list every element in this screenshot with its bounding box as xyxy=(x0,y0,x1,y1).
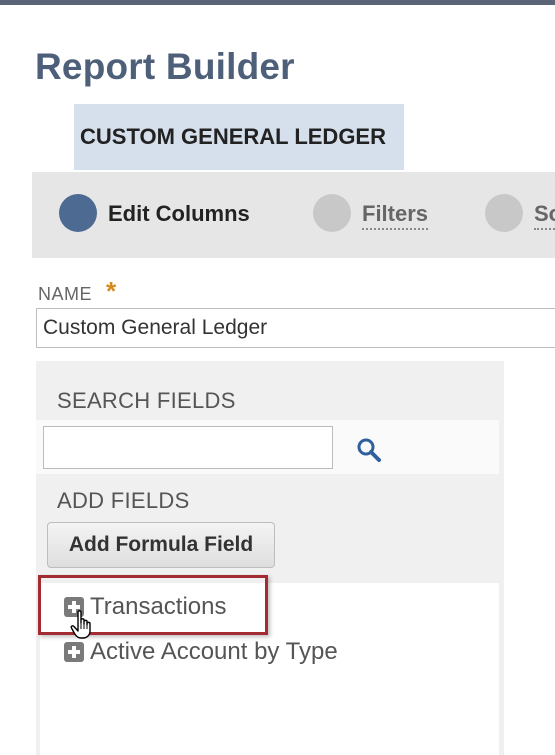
report-subtitle: CUSTOM GENERAL LEDGER xyxy=(80,124,386,149)
hand-pointer-icon xyxy=(70,610,91,639)
step-label-filters: Filters xyxy=(362,201,429,230)
required-marker: * xyxy=(106,276,117,306)
search-fields-input[interactable] xyxy=(43,426,333,469)
plus-expand-icon[interactable] xyxy=(64,642,84,662)
page-title: Report Builder xyxy=(35,46,295,87)
step-inactive-indicator-icon xyxy=(485,194,523,232)
report-subtitle-box: CUSTOM GENERAL LEDGER xyxy=(74,104,404,170)
top-bar xyxy=(0,0,555,5)
step-inactive-indicator-icon xyxy=(313,194,351,232)
tree-item-label: Active Account by Type xyxy=(90,638,338,665)
add-fields-label: ADD FIELDS xyxy=(57,488,190,513)
search-fields-label: SEARCH FIELDS xyxy=(57,388,236,413)
add-formula-field-button[interactable]: Add Formula Field xyxy=(47,522,275,568)
step-active-indicator-icon xyxy=(59,194,97,232)
step-bar: Edit Columns Filters So xyxy=(32,172,555,258)
name-input[interactable]: Custom General Ledger xyxy=(36,308,555,348)
step-label-sort: So xyxy=(534,201,555,230)
fields-panel: SEARCH FIELDS ADD FIELDS Add Formula Fie… xyxy=(36,361,504,755)
name-field-label: NAME xyxy=(38,284,93,304)
search-icon[interactable] xyxy=(356,437,382,463)
step-label-edit-columns: Edit Columns xyxy=(108,201,250,226)
